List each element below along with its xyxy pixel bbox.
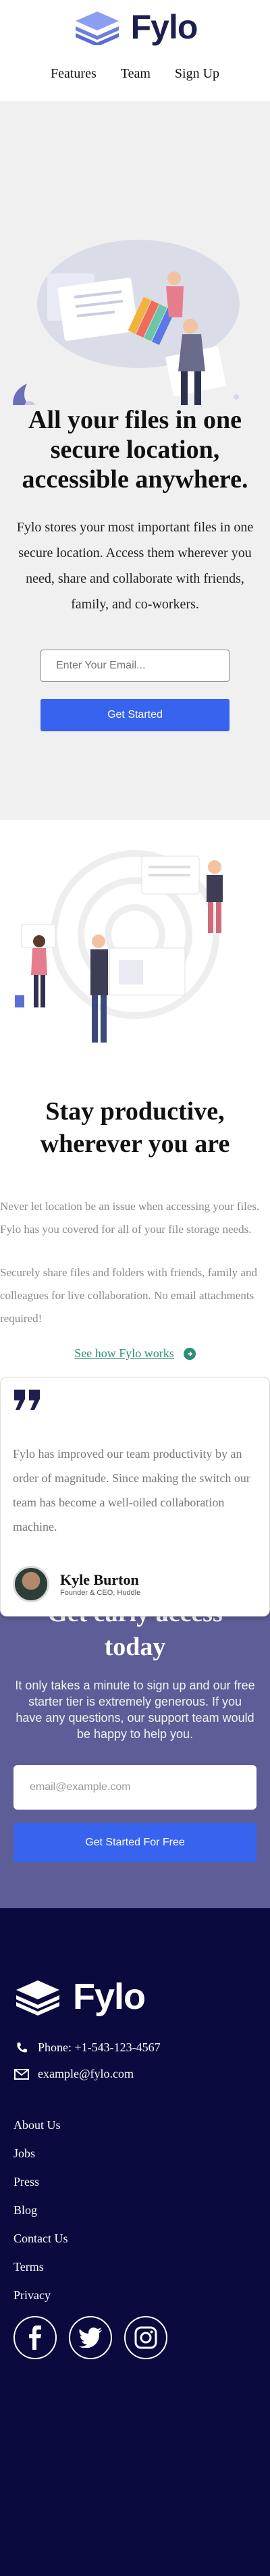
early-access-body: It only takes a minute to sign up and ou… (15, 1679, 255, 1741)
nav-item-features[interactable]: Features (51, 66, 97, 82)
footer-brand-name: Fylo (73, 1976, 146, 2017)
main-nav: Features Team Sign Up (0, 66, 270, 82)
hero-section: All your files in one secure location, a… (0, 101, 270, 820)
footer-link-about-us[interactable]: About Us (14, 2111, 256, 2139)
hero-email-input[interactable] (40, 650, 230, 682)
hero-title: All your files in one secure location, a… (22, 406, 248, 494)
testimonial-card: Fylo has improved our team productivity … (0, 1377, 270, 1616)
footer-phone-text: Phone: +1-543-123-4567 (38, 2041, 161, 2054)
footer-link-terms[interactable]: Terms (14, 2253, 256, 2281)
get-started-free-button[interactable]: Get Started For Free (14, 1823, 256, 1862)
productive-section: Stay productive, wherever you are Never … (0, 820, 270, 1616)
see-how-link-label: See how Fylo works (74, 1346, 174, 1360)
footer-link-contact-us[interactable]: Contact Us (14, 2224, 256, 2253)
brand-name: Fylo (130, 8, 198, 46)
hero-body: Fylo stores your most important files in… (16, 520, 254, 612)
footer-email-text[interactable]: example@fylo.com (38, 2067, 134, 2081)
see-how-fylo-works-link[interactable]: See how Fylo works (0, 1346, 270, 1361)
logo-icon (75, 11, 119, 45)
productive-paragraph-2: Securely share files and folders with fr… (0, 1266, 257, 1325)
footer-link-privacy[interactable]: Privacy (14, 2281, 256, 2309)
footer-links: About Us Jobs Press Blog Contact Us Term… (14, 2111, 256, 2309)
productive-title: Stay productive, wherever you are (40, 1097, 230, 1158)
footer-link-press[interactable]: Press (14, 2167, 256, 2196)
logo-icon (16, 1980, 59, 2016)
instagram-icon[interactable] (124, 2316, 167, 2359)
phone-icon (14, 2041, 30, 2055)
testimonial-quote: Fylo has improved our team productivity … (13, 1447, 250, 1533)
nav-item-team[interactable]: Team (121, 66, 151, 82)
footer-link-blog[interactable]: Blog (14, 2196, 256, 2224)
arrow-right-icon (183, 1347, 196, 1360)
footer-logo[interactable]: Fylo (14, 1976, 256, 2018)
testimonial-author: Kyle Burton Founder & CEO, Huddle (13, 1566, 256, 1602)
mail-icon (14, 2068, 30, 2081)
testimonial-role: Founder & CEO, Huddle (60, 1589, 141, 1597)
get-started-button[interactable]: Get Started (40, 699, 230, 731)
social-links (14, 2316, 256, 2359)
footer-phone: Phone: +1-543-123-4567 (14, 2041, 256, 2055)
site-footer: Fylo Phone: +1-543-123-4567 example@fylo… (0, 1908, 270, 2576)
productive-paragraph-1: Never let location be an issue when acce… (0, 1200, 260, 1236)
twitter-icon[interactable] (69, 2316, 112, 2359)
early-email-input[interactable] (14, 1765, 256, 1810)
testimonial-name: Kyle Burton (60, 1571, 139, 1588)
nav-item-sign-up[interactable]: Sign Up (175, 66, 219, 82)
avatar (13, 1566, 49, 1602)
footer-email: example@fylo.com (14, 2067, 256, 2081)
facebook-icon[interactable] (14, 2316, 57, 2359)
brand-logo[interactable]: Fylo (0, 0, 270, 46)
productive-illustration (0, 840, 270, 1063)
quote-icon (14, 1390, 40, 1410)
footer-link-jobs[interactable]: Jobs (14, 2139, 256, 2167)
site-header: Fylo Features Team Sign Up (0, 0, 270, 101)
hero-illustration (0, 101, 270, 412)
